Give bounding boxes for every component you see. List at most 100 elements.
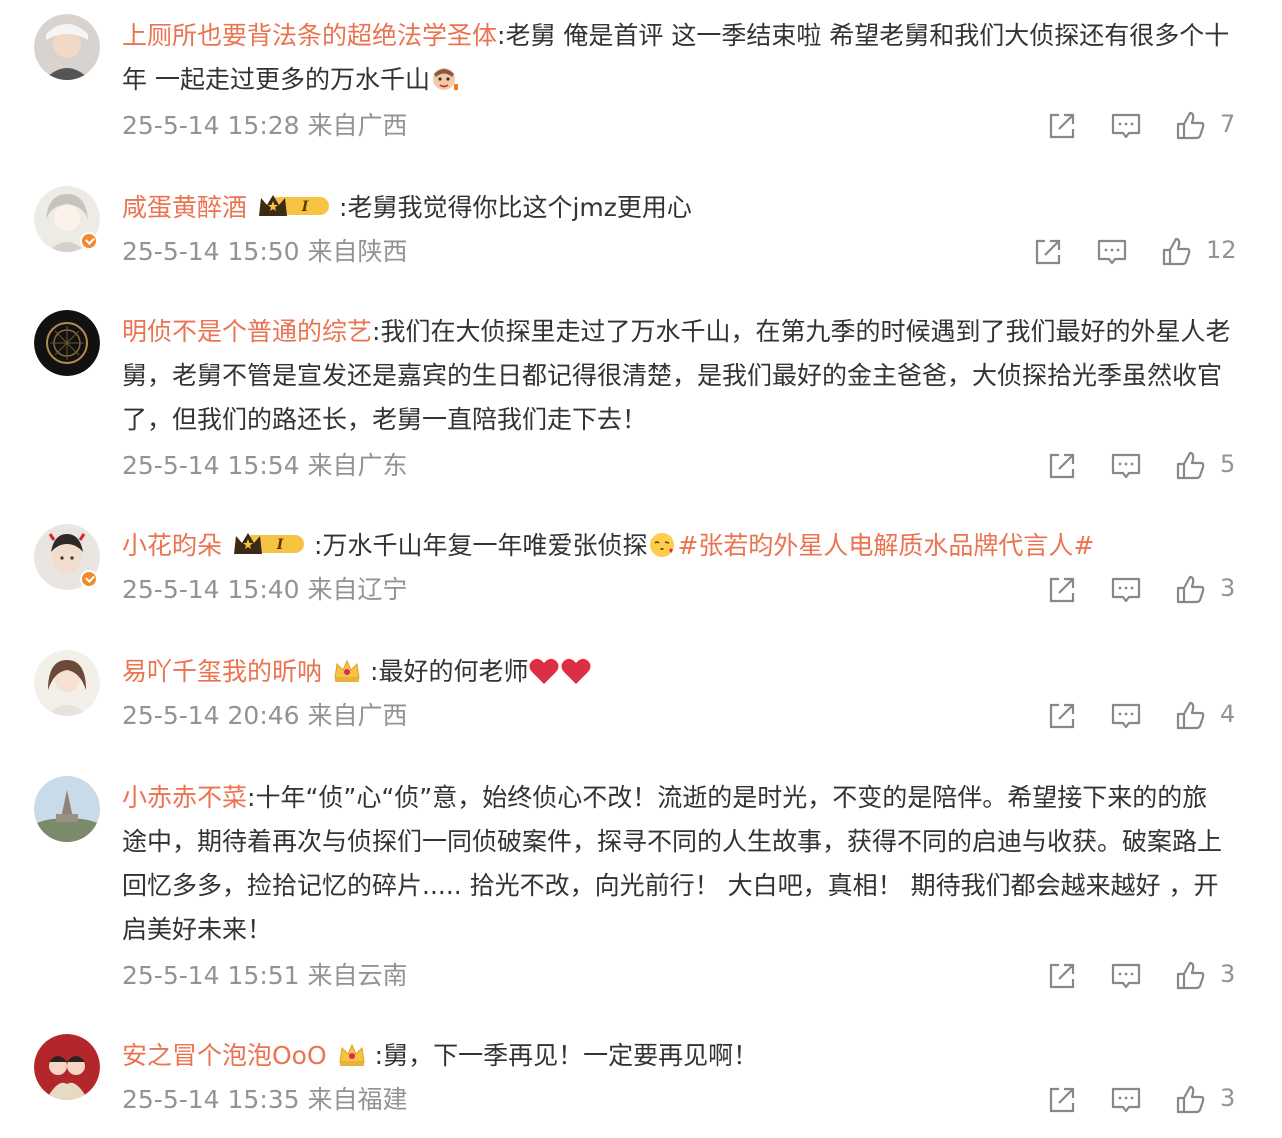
avatar[interactable] [34,1034,100,1100]
like-icon [1176,1085,1205,1114]
repost-button[interactable] [1042,446,1082,486]
like-count: 5 [1220,450,1236,478]
comment-meta: 25-5-14 15:51 来自云南 [122,961,408,990]
comment-text: :舅，下一季再见！一定要再见啊！ [374,1041,759,1070]
like-button[interactable] [1170,570,1210,610]
comment-button[interactable] [1106,570,1146,610]
vip-crown-icon[interactable] [337,1038,367,1082]
comment-icon [1111,963,1141,989]
comment-meta: 25-5-14 15:35 来自福建 [122,1085,408,1114]
avatar[interactable] [34,186,100,252]
comment-content: 明侦不是个普通的综艺:我们在大侦探里走过了万水千山，在第九季的时候遇到了我们最好… [122,310,1232,442]
sticker-emoji-icon [430,64,460,108]
comment-button[interactable] [1106,956,1146,996]
svg-text:I: I [301,199,309,215]
comment-icon [1111,577,1141,603]
comment-meta: 25-5-14 15:28 来自广西 [122,111,408,140]
comment-content: 小赤赤不菜:十年“侦”心“侦”意，始终侦心不改！流逝的是时光，不变的是陪伴。希望… [122,776,1232,952]
svg-text:I: I [276,537,284,553]
comment-feed: 上厕所也要背法条的超绝法学圣体:老舅 俺是首评 这一季结束啦 希望老舅和我们大侦… [0,0,1282,1138]
comment-icon [1111,703,1141,729]
comment-actions: 12 [1028,232,1282,272]
like-icon [1162,237,1191,266]
repost-button[interactable] [1042,956,1082,996]
username-link[interactable]: 小赤赤不菜 [122,783,247,812]
like-count: 3 [1220,960,1236,988]
comment-text: :十年“侦”心“侦”意，始终侦心不改！流逝的是时光，不变的是陪伴。希望接下来的的… [122,783,1223,944]
repost-button[interactable] [1028,232,1068,272]
repost-icon [1049,1087,1075,1113]
vip-crown-icon[interactable] [332,654,362,698]
comment-meta: 25-5-14 15:50 来自陕西 [122,237,408,266]
avatar[interactable] [34,310,100,376]
vip-level-badge[interactable]: I [232,528,306,572]
like-button[interactable] [1156,232,1196,272]
comment-icon [1111,113,1141,139]
username-link[interactable]: 易吖千玺我的昕呐 [122,657,322,686]
avatar[interactable] [34,14,100,80]
username-link[interactable]: 上厕所也要背法条的超绝法学圣体 [122,21,497,50]
repost-icon [1035,239,1061,265]
comment-actions: 4 [1042,696,1282,736]
repost-icon [1049,703,1075,729]
comment-actions: 5 [1042,446,1282,486]
comment-icon [1111,453,1141,479]
repost-button[interactable] [1042,106,1082,146]
heart-emoji-icon [560,656,592,700]
comment-meta: 25-5-14 15:40 来自辽宁 [122,575,408,604]
username-link[interactable]: 明侦不是个普通的综艺 [122,317,372,346]
like-button[interactable] [1170,1080,1210,1120]
heart-emoji-icon [528,656,560,700]
like-button[interactable] [1170,446,1210,486]
comment-meta: 25-5-14 15:54 来自广东 [122,451,408,480]
comment-content: 咸蛋黄醉酒 I :老舅我觉得你比这个jmz更用心 [122,186,1232,234]
repost-button[interactable] [1042,1080,1082,1120]
repost-icon [1049,963,1075,989]
comment-text: :最好的何老师 [370,657,529,686]
like-icon [1176,575,1205,604]
comment-text: :老舅我觉得你比这个jmz更用心 [339,193,692,222]
repost-button[interactable] [1042,570,1082,610]
username-link[interactable]: 安之冒个泡泡OoO [122,1041,327,1070]
comment-icon [1097,239,1127,265]
like-count: 12 [1206,236,1237,264]
comment-actions: 3 [1042,570,1282,610]
comment-content: 上厕所也要背法条的超绝法学圣体:老舅 俺是首评 这一季结束啦 希望老舅和我们大侦… [122,14,1232,108]
kiss-emoji-icon [647,530,677,574]
like-icon [1176,451,1205,480]
comment-content: 安之冒个泡泡OoO :舅，下一季再见！一定要再见啊！ [122,1034,1232,1082]
username-link[interactable]: 小花昀朵 [122,531,222,560]
verified-icon [80,232,98,250]
vip-level-badge[interactable]: I [257,190,331,234]
comment-button[interactable] [1106,106,1146,146]
repost-icon [1049,577,1075,603]
comment-actions: 3 [1042,1080,1282,1120]
avatar[interactable] [34,650,100,716]
avatar[interactable] [34,524,100,590]
comment-button[interactable] [1106,1080,1146,1120]
comment-content: 小花昀朵 I :万水千山年复一年唯爱张侦探 #张若昀外星人电解质水品牌代言人# [122,524,1232,574]
like-button[interactable] [1170,956,1210,996]
like-count: 4 [1220,700,1236,728]
like-icon [1176,961,1205,990]
like-icon [1176,701,1205,730]
comment-text: :万水千山年复一年唯爱张侦探 [314,531,648,560]
comment-button[interactable] [1106,696,1146,736]
comment-actions: 7 [1042,106,1282,146]
comment-content: 易吖千玺我的昕呐 :最好的何老师 [122,650,1232,700]
topic-hashtag-link[interactable]: #张若昀外星人电解质水品牌代言人# [677,531,1094,560]
avatar[interactable] [34,776,100,842]
like-count: 3 [1220,1084,1236,1112]
repost-icon [1049,453,1075,479]
comment-button[interactable] [1092,232,1132,272]
like-count: 3 [1220,574,1236,602]
like-count: 7 [1220,110,1236,138]
like-button[interactable] [1170,106,1210,146]
comment-button[interactable] [1106,446,1146,486]
comment-actions: 3 [1042,956,1282,996]
repost-button[interactable] [1042,696,1082,736]
username-link[interactable]: 咸蛋黄醉酒 [122,193,247,222]
comment-icon [1111,1087,1141,1113]
like-icon [1176,111,1205,140]
like-button[interactable] [1170,696,1210,736]
